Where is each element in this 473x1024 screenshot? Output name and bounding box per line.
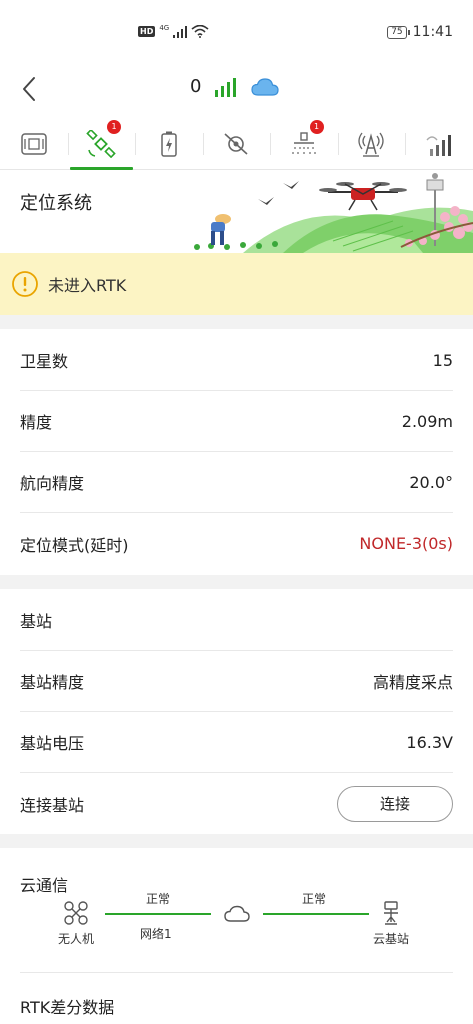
connect-base-row: 连接基站 连接 (20, 773, 453, 834)
top-header: 0 (0, 66, 473, 116)
base-accuracy-row: 基站精度 高精度采点 (20, 651, 453, 712)
positioning-mode-label: 定位模式(延时) (20, 535, 129, 555)
tab-battery[interactable] (135, 118, 203, 170)
chip-icon (21, 133, 47, 155)
accuracy-label: 精度 (20, 413, 53, 432)
base-accuracy-value: 高精度采点 (372, 673, 453, 692)
tab-bar: 1 1 (0, 118, 473, 170)
cloud-base-node: 云基站 (373, 900, 409, 947)
heading-accuracy-label: 航向精度 (20, 474, 85, 493)
tab-motor[interactable] (202, 118, 271, 170)
section-hero: 定位系统 (0, 171, 473, 253)
signal-strength-icon (215, 77, 237, 97)
accuracy-row: 精度 2.09m (20, 391, 453, 452)
battery-icon: 75 (387, 25, 411, 39)
network-label: 网络1 (140, 927, 172, 941)
hd-indicator: HD (138, 26, 156, 37)
base-station-title: 基站 (20, 612, 53, 631)
section-divider (0, 315, 473, 329)
drone-node: 无人机 (58, 900, 94, 947)
clock: 11:41 (412, 24, 453, 40)
status-right: 75 11:41 (387, 24, 453, 40)
tab-radar[interactable] (337, 118, 406, 170)
left-link-status: 正常 (146, 892, 171, 906)
device-count: 0 (190, 76, 202, 97)
cloud-base-label: 云基站 (373, 932, 410, 946)
cloud-comm-title: 云通信 (20, 876, 69, 895)
tab-positioning[interactable]: 1 (67, 118, 136, 170)
base-station-icon (384, 901, 398, 925)
spray-icon (291, 132, 316, 154)
accuracy-value: 2.09m (401, 411, 453, 431)
cloud-icon (251, 77, 280, 96)
cell-signal-icon (173, 25, 188, 38)
right-link-status: 正常 (302, 892, 327, 906)
base-voltage-value: 16.3V (406, 732, 453, 752)
tab-flight-controller[interactable] (0, 118, 68, 170)
connection-status: 0 (190, 76, 280, 97)
positioning-mode-row: 定位模式(延时) NONE-3(0s) (20, 513, 453, 574)
satellites-value: 15 (432, 350, 453, 370)
base-voltage-label: 基站电压 (20, 734, 85, 753)
right-link-line (263, 913, 369, 915)
status-bar: HD 4G 75 11:41 (0, 0, 473, 66)
radar-icon (358, 132, 384, 157)
wifi-icon (191, 25, 209, 38)
signal-bars-icon (426, 135, 451, 156)
section-divider (0, 575, 473, 589)
tab-signal[interactable] (405, 118, 473, 170)
cloud-icon (224, 905, 250, 922)
tab-positioning-badge: 1 (107, 120, 121, 134)
page-title: 定位系统 (20, 193, 92, 214)
heading-accuracy-row: 航向精度 20.0° (20, 452, 453, 513)
back-icon[interactable] (18, 74, 42, 104)
agriculture-drone-illustration (194, 173, 473, 253)
tab-spray[interactable]: 1 (270, 118, 338, 170)
row-divider (20, 972, 453, 973)
rtk-warning-banner: 未进入RTK (0, 253, 473, 315)
positioning-mode-value: NONE-3(0s) (359, 534, 453, 553)
connect-base-label: 连接基站 (20, 795, 85, 815)
motor-icon (224, 133, 248, 155)
drone-label: 无人机 (58, 932, 95, 946)
satellites-row: 卫星数 15 (20, 330, 453, 391)
section-divider (0, 834, 473, 848)
satellites-label: 卫星数 (20, 352, 69, 371)
drone-icon (64, 901, 88, 925)
connect-button[interactable]: 连接 (337, 785, 453, 822)
base-voltage-row: 基站电压 16.3V (20, 712, 453, 773)
battery-icon (161, 131, 177, 157)
base-accuracy-label: 基站精度 (20, 673, 85, 692)
satellite-icon (86, 130, 116, 158)
rtk-data-title: RTK差分数据 (20, 998, 115, 1017)
rtk-warning-text: 未进入RTK (48, 276, 127, 295)
left-link-line (105, 913, 211, 915)
network-type: 4G (159, 23, 170, 32)
tab-spray-badge: 1 (309, 120, 324, 134)
warning-icon (12, 271, 38, 297)
status-icons: HD 4G (138, 23, 209, 38)
heading-accuracy-value: 20.0° (409, 472, 453, 492)
base-station-header: 基站 (20, 590, 453, 651)
